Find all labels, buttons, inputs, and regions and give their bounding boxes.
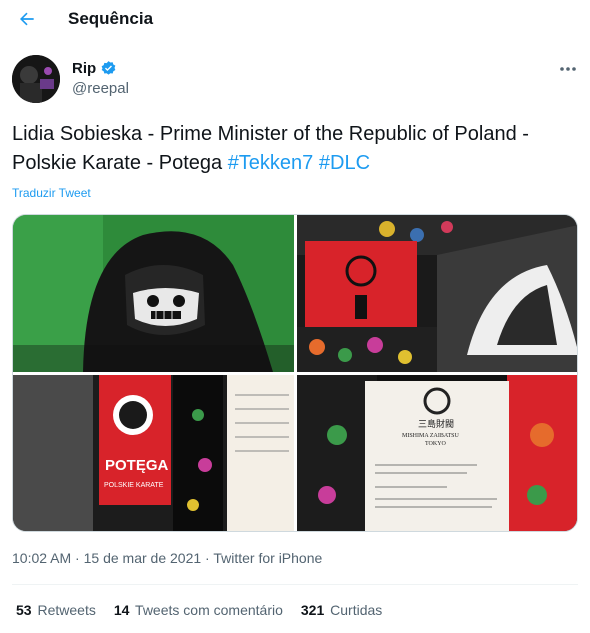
verified-badge-icon (101, 61, 116, 75)
polskie-karate-text: POLSKIE KARATE (104, 482, 164, 489)
more-dots-icon (560, 67, 576, 71)
likes-stat[interactable]: 321 Curtidas (301, 602, 382, 618)
hashtag-tekken7[interactable]: #Tekken7 (228, 152, 314, 174)
photo-4[interactable]: 三島財閥 MISHIMA ZAIBATSU TOKYO (297, 375, 577, 531)
likes-count: 321 (300, 602, 325, 618)
author-name-text: Rip (72, 60, 97, 77)
meta-sep: · (71, 550, 84, 566)
photo-1[interactable] (13, 215, 294, 372)
author-handle[interactable]: @reepal (72, 80, 129, 97)
hashtag-dlc[interactable]: #DLC (319, 152, 370, 174)
mishima-kanji: 三島財閥 (418, 418, 454, 430)
more-options-button[interactable] (556, 60, 580, 78)
retweets-count: 53 (16, 602, 32, 618)
tokyo-text: TOKYO (425, 441, 447, 447)
retweets-label: Retweets (37, 602, 96, 618)
meta-sep: · (201, 550, 214, 566)
quote-tweets-count: 14 (113, 602, 130, 618)
photo-2[interactable] (297, 215, 577, 372)
top-bar: Sequência (0, 0, 590, 38)
photo-3[interactable]: POTĘGA POLSKIE KARATE (13, 375, 294, 531)
potega-text: POTĘGA (105, 457, 169, 474)
divider (12, 584, 578, 585)
media-grid: POTĘGA POLSKIE KARATE 三島財閥 MISHIMA ZAIBA… (12, 214, 578, 532)
page-title: Sequência (68, 9, 154, 28)
mishima-text: MISHIMA ZAIBATSU (402, 433, 460, 439)
tweet-date[interactable]: 15 de mar de 2021 (84, 550, 202, 566)
back-button[interactable] (14, 6, 40, 32)
arrow-left-icon (20, 12, 34, 26)
likes-label: Curtidas (330, 602, 383, 618)
translate-tweet-link[interactable]: Traduzir Tweet (12, 186, 91, 200)
tweet-text: Lidia Sobieska - Prime Minister of the R… (12, 120, 582, 178)
quote-tweets-label: Tweets com comentário (135, 602, 283, 618)
avatar[interactable] (12, 55, 60, 103)
author-name[interactable]: Rip (72, 60, 117, 77)
retweets-stat[interactable]: 53 Retweets (16, 602, 96, 618)
tweet-meta: 10:02 AM · 15 de mar de 2021 · Twitter f… (12, 550, 322, 566)
tweet-source[interactable]: Twitter for iPhone (213, 550, 322, 566)
tweet-stats: 53 Retweets 14 Tweets com comentário 321… (16, 602, 382, 618)
quote-tweets-stat[interactable]: 14 Tweets com comentário (114, 602, 283, 618)
tweet-time[interactable]: 10:02 AM (12, 550, 71, 566)
